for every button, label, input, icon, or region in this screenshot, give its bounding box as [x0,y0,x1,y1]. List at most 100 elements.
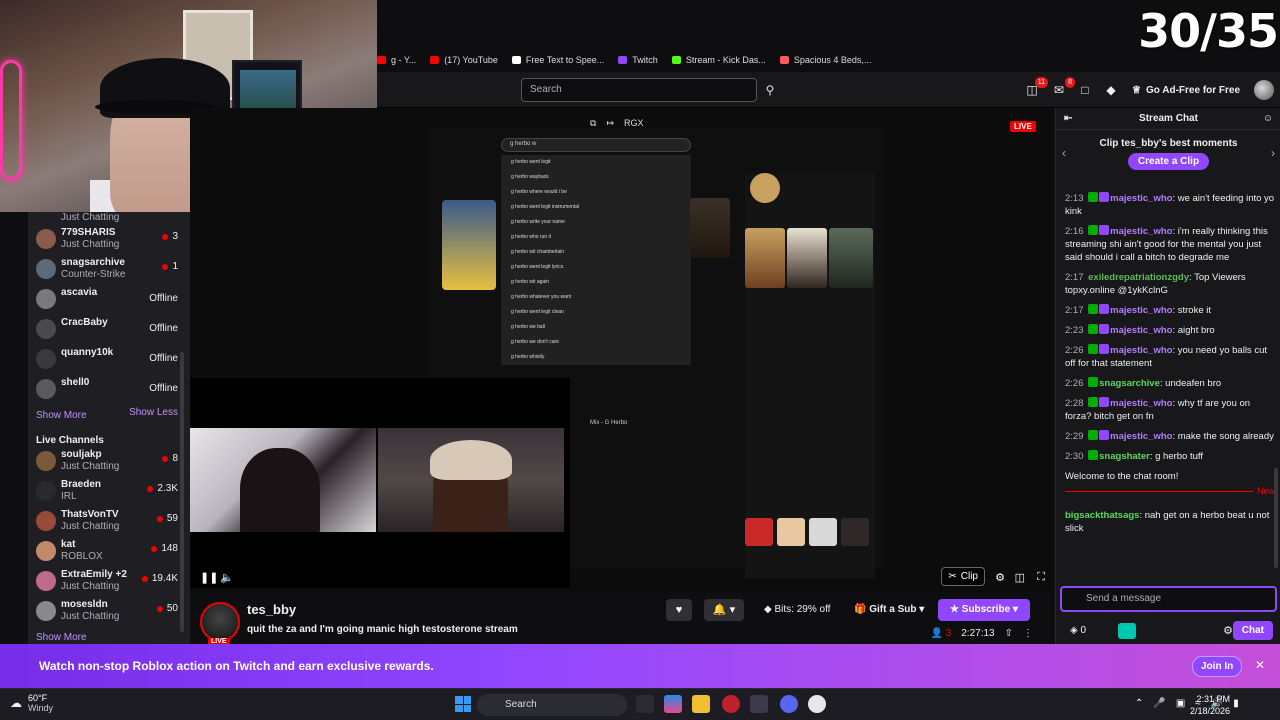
channel-points[interactable]: ◈ 0 [1070,625,1086,636]
discord-icon[interactable] [780,695,798,713]
notification-button[interactable]: 🔔 ▾ [704,599,744,621]
channel-name[interactable]: tes_bby [247,602,296,617]
chrome-icon[interactable] [808,695,826,713]
user-avatar[interactable] [1254,80,1274,100]
followed-channel-item[interactable]: ascavia Offline [32,284,182,314]
followed-channel-item[interactable]: shell0 Offline [32,374,182,404]
points-reward-icon[interactable] [1118,623,1136,639]
notifications-icon[interactable]: ✉ 8 [1049,77,1075,100]
chat-settings-icon[interactable]: ⚙ [1223,624,1233,637]
channel-category: Just Chatting [61,239,120,250]
gift-sub-button[interactable]: 🎁 Gift a Sub ▾ [846,599,932,621]
channel-avatar [36,229,56,249]
bits-button[interactable]: ◆ Bits: 29% off [756,599,838,621]
volume-icon[interactable]: 🔈 [220,571,234,584]
battery-icon[interactable]: ▮ [1233,698,1239,709]
users-icon[interactable]: ☺ [1263,108,1273,130]
app-tray-icon[interactable]: ▣ [1176,698,1185,709]
live-channel-item[interactable]: ExtraEmily +2 Just Chatting 19.4K [32,566,182,596]
bookmark-item[interactable]: Stream - Kick Das... [671,55,766,65]
live-channel-item[interactable]: ThatsVonTV Just Chatting 59 [32,506,182,536]
chat-username[interactable]: majestic_who [1110,193,1172,204]
chat-username[interactable]: majestic_who [1110,398,1172,409]
taskbar-search[interactable]: Search [477,694,627,716]
followed-channel-item[interactable]: snagsarchive Counter-Strike 1 [32,254,182,284]
prev-arrow-icon[interactable]: ‹ [1062,146,1066,160]
bookmark-item[interactable]: (17) YouTube [430,55,498,65]
live-channel-item[interactable]: Braeden IRL 2.3K [32,476,182,506]
theatre-mode-icon[interactable]: ◫ [1015,571,1025,584]
bookmark-item[interactable]: Free Text to Spee... [511,55,604,65]
chat-username[interactable]: majestic_who [1110,345,1172,356]
bits-icon[interactable]: ◆ [1101,80,1121,100]
follow-button[interactable]: ♥ [666,599,692,621]
channel-avatar [36,511,56,531]
exit-icon[interactable]: ↦ [606,118,614,129]
bookmark-item[interactable]: Twitch [618,55,658,65]
chat-username[interactable]: majestic_who [1110,226,1172,237]
close-icon[interactable]: ✕ [1255,658,1265,672]
chat-username[interactable]: bigsackthatsags [1065,510,1139,521]
chat-username[interactable]: majestic_who [1110,431,1172,442]
live-channel-item[interactable]: souljakp Just Chatting 8 [32,446,182,476]
mic-icon[interactable]: 🎤 [1153,698,1165,709]
task-view-icon[interactable] [636,695,654,713]
channel-avatar[interactable] [200,602,240,642]
bookmark-item[interactable]: g - Y... [377,55,416,65]
stream-chat: ⇤ Stream Chat ☺ ‹ Clip tes_bby's best mo… [1055,108,1280,644]
followed-channel-item[interactable]: 779SHARIS Just Chatting 3 [32,224,182,254]
create-clip-button[interactable]: Create a Clip [1127,153,1210,170]
share-icon[interactable]: ⇧ [1005,628,1013,639]
chat-username[interactable]: exiledrepatriationzgdy [1088,272,1189,283]
viewer-count: 19.4K [141,573,178,584]
clock[interactable]: 2:31 PM 2/18/2026 [1190,693,1230,717]
chat-message: 2:26 majestic_who: you need yo balls cut… [1065,344,1267,369]
sidebar-scrollbar[interactable] [180,352,184,632]
followed-channel-item[interactable]: Just Chatting [32,212,182,224]
collapse-chat-icon[interactable]: ⇤ [1064,108,1072,130]
clip-button[interactable]: ✂ Clip [941,567,985,586]
chat-scrollbar[interactable] [1274,468,1278,568]
search-input[interactable]: Search [521,78,757,102]
chat-username[interactable]: snagsarchive [1099,378,1160,389]
store-icon[interactable] [750,695,768,713]
show-less-link[interactable]: Show Less [129,407,178,418]
pause-icon[interactable]: ❚❚ [200,571,218,584]
followed-channel-item[interactable]: CracBaby Offline [32,314,182,344]
join-in-button[interactable]: Join In [1192,656,1243,677]
show-more-link[interactable]: Show More [36,410,87,421]
chevron-up-icon[interactable]: ⌃ [1135,698,1143,709]
channel-category: ROBLOX [61,551,103,562]
chat-username[interactable]: snagshater [1099,451,1150,462]
fullscreen-icon[interactable]: ⛶ [1037,571,1045,584]
offline-label: Offline [149,323,178,334]
show-more-live-link[interactable]: Show More [36,632,87,643]
go-adfree-button[interactable]: ♕ Go Ad-Free for Free [1132,80,1240,100]
whispers-icon[interactable]: □ [1075,80,1095,100]
inbox-icon[interactable]: ◫ 11 [1022,77,1048,100]
live-channel-item[interactable]: kat ROBLOX 148 [32,536,182,566]
opera-icon[interactable] [722,695,740,713]
windows-start-icon[interactable] [455,696,471,712]
chat-message: 2:17 majestic_who: stroke it [1065,304,1211,316]
yt-suggestion: g herbo wit again [511,279,550,285]
chat-username[interactable]: majestic_who [1110,305,1172,316]
file-explorer-icon[interactable] [692,695,710,713]
next-arrow-icon[interactable]: › [1271,146,1275,160]
search-button[interactable]: ⚲ [759,78,781,102]
yt-album-1 [745,518,773,546]
weather-widget[interactable]: ☁ 60°F Windy [10,693,53,713]
message-time: 2:26 [1065,345,1084,356]
chat-username[interactable]: majestic_who [1110,325,1172,336]
chat-send-button[interactable]: Chat [1232,621,1273,640]
live-channel-item[interactable]: mosesldn Just Chatting 50 [32,596,182,626]
bookmark-item[interactable]: Spacious 4 Beds,... [779,55,871,65]
followed-channel-item[interactable]: quanny10k Offline [32,344,182,374]
subscribe-button[interactable]: ★ Subscribe ▾ [938,599,1030,621]
copy-icon[interactable]: ⧉ [590,118,596,129]
settings-icon[interactable]: ⚙ [995,571,1005,584]
video-player[interactable]: ⧉ ↦ RGX g herbo w g herbo went legit g he… [190,108,1053,592]
more-icon[interactable]: ⋮ [1023,628,1033,639]
chat-input[interactable]: Send a message [1060,586,1277,612]
copilot-icon[interactable] [664,695,682,713]
